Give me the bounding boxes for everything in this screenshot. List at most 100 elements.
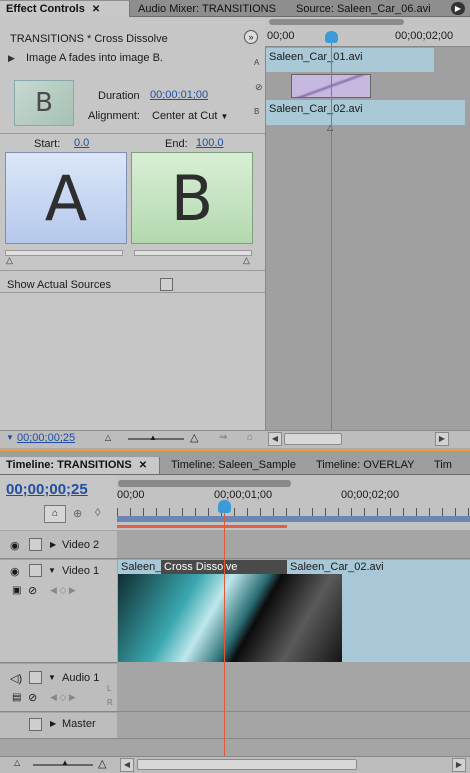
track-lane-video2[interactable] bbox=[117, 531, 470, 559]
track-name-master: Master bbox=[62, 718, 96, 730]
tab-audio-mixer[interactable]: Audio Mixer: TRANSITIONS bbox=[132, 1, 282, 18]
zoom-in-icon[interactable]: △ bbox=[190, 431, 198, 444]
zoom-in-icon[interactable]: △ bbox=[98, 757, 106, 770]
waveform-icon[interactable]: ▤ bbox=[12, 692, 21, 703]
ruler-label-0: 00;00 bbox=[117, 489, 145, 501]
tab-effect-controls[interactable]: Effect Controls ✕ bbox=[0, 1, 130, 18]
clip-saleen-1[interactable]: Saleen_ bbox=[118, 560, 161, 574]
timeline-playhead-line bbox=[224, 505, 225, 756]
keyframe-nav-icon[interactable]: ◀ ◇ ▶ bbox=[50, 585, 76, 596]
alignment-dropdown[interactable]: Center at Cut ▼ bbox=[152, 110, 228, 122]
footer-triangle-icon: ▼ bbox=[6, 433, 14, 442]
track-b-label: B bbox=[254, 107, 260, 116]
timeline-scroll-right-button[interactable]: ▶ bbox=[452, 758, 466, 772]
tab-label: Timeline: TRANSITIONS bbox=[6, 459, 132, 471]
timeline-scroll-left-button[interactable]: ◀ bbox=[120, 758, 134, 772]
work-area-bar[interactable] bbox=[117, 516, 470, 522]
track-a-label: A bbox=[254, 58, 260, 67]
scroll-right-button[interactable]: ▶ bbox=[435, 432, 449, 446]
track-name-video1: Video 1 bbox=[62, 565, 100, 577]
transition-title: TRANSITIONS * Cross Dissolve bbox=[10, 33, 168, 45]
snap-icon[interactable]: ⌂ bbox=[44, 505, 66, 523]
mini-clip-a[interactable]: Saleen_Car_01.avi bbox=[266, 48, 434, 72]
preview-b-glyph: B bbox=[170, 162, 214, 235]
keyframe-icon[interactable]: ◊ bbox=[95, 507, 100, 519]
render-bar bbox=[117, 525, 287, 528]
track-lane-audio1[interactable] bbox=[117, 664, 470, 712]
lock-track-toggle[interactable] bbox=[29, 671, 42, 684]
mini-playhead-handle-icon[interactable] bbox=[325, 31, 338, 43]
tab-timeline-saleen[interactable]: Timeline: Saleen_Sample bbox=[165, 457, 302, 474]
track-name-audio1: Audio 1 bbox=[62, 672, 100, 684]
panel-menu-icon[interactable]: ▶ bbox=[451, 2, 465, 15]
preview-a: A bbox=[5, 152, 127, 244]
lock-track-toggle[interactable] bbox=[29, 564, 42, 577]
start-value[interactable]: 0.0 bbox=[74, 137, 89, 149]
start-slider-handle-icon[interactable]: △ bbox=[6, 255, 13, 266]
eye-icon[interactable]: ◉ bbox=[10, 565, 20, 578]
eye-icon[interactable]: ◉ bbox=[10, 539, 20, 552]
timeline-timecode[interactable]: 00;00;00;25 bbox=[6, 481, 88, 498]
mini-clip-b[interactable]: Saleen_Car_02.avi bbox=[266, 100, 465, 125]
loop-icon[interactable]: ⌂ bbox=[247, 432, 253, 443]
start-label: Start: bbox=[34, 138, 61, 150]
lock-track-toggle[interactable] bbox=[29, 718, 42, 731]
show-actual-sources-checkbox[interactable] bbox=[160, 278, 173, 291]
track-lane-master[interactable] bbox=[117, 713, 470, 739]
keyframe-toggle-icon[interactable]: ⊘ bbox=[28, 584, 37, 597]
mini-zoom-bar[interactable] bbox=[269, 19, 404, 25]
chevron-down-icon: ▼ bbox=[220, 112, 229, 121]
close-icon[interactable]: ✕ bbox=[139, 460, 147, 471]
timeline-scroll-thumb[interactable] bbox=[137, 759, 357, 770]
clip-saleen-2-body[interactable] bbox=[342, 574, 470, 662]
end-slider-track[interactable] bbox=[134, 250, 252, 256]
tab-timeline-more[interactable]: Tim bbox=[428, 457, 458, 474]
collapse-track-icon[interactable]: ▼ bbox=[48, 566, 56, 575]
set-marker-icon[interactable]: ⊕ bbox=[73, 507, 82, 520]
close-icon[interactable]: ✕ bbox=[92, 4, 100, 15]
transition-thumbnail: B bbox=[14, 80, 74, 126]
end-slider-handle-icon[interactable]: △ bbox=[243, 255, 250, 266]
show-hide-timeline-button[interactable]: » bbox=[244, 30, 258, 44]
collapse-track-icon[interactable]: ▼ bbox=[48, 673, 56, 682]
divider bbox=[0, 270, 265, 271]
scroll-thumb[interactable] bbox=[284, 433, 342, 445]
tab-source[interactable]: Source: Saleen_Car_06.avi bbox=[290, 1, 437, 18]
thumbnail-glyph: B bbox=[35, 88, 53, 118]
ruler-label-2: 00;00;02;00 bbox=[341, 489, 400, 501]
display-style-icon[interactable]: ▣ bbox=[12, 585, 21, 596]
keyframe-toggle-icon[interactable]: ⊘ bbox=[28, 691, 37, 704]
zoom-out-icon[interactable]: △ bbox=[14, 758, 20, 767]
scroll-left-button[interactable]: ◀ bbox=[268, 432, 282, 446]
expand-track-icon[interactable]: ▶ bbox=[50, 719, 56, 728]
divider bbox=[0, 133, 265, 134]
zoom-slider-handle-icon[interactable]: ▲ bbox=[61, 758, 69, 767]
tab-timeline-transitions[interactable]: Timeline: TRANSITIONS ✕ bbox=[0, 457, 160, 474]
play-transition-icon[interactable]: ▶ bbox=[8, 53, 15, 64]
channel-right-label: R bbox=[107, 698, 113, 707]
expand-track-icon[interactable]: ▶ bbox=[50, 540, 56, 549]
mini-ruler-end: 00;00;02;00 bbox=[395, 30, 454, 42]
track-name-video2: Video 2 bbox=[62, 539, 100, 551]
channel-left-label: L bbox=[107, 684, 112, 693]
tab-label: Effect Controls bbox=[6, 3, 85, 15]
tab-timeline-overlay[interactable]: Timeline: OVERLAY bbox=[310, 457, 420, 474]
play-only-audio-icon[interactable]: ⇒ bbox=[219, 432, 227, 443]
lock-track-toggle[interactable] bbox=[29, 538, 42, 551]
alignment-value: Center at Cut bbox=[152, 110, 218, 122]
duration-value[interactable]: 00;00;01;00 bbox=[150, 89, 208, 101]
timeline-zoom-bar[interactable] bbox=[118, 480, 291, 487]
keyframe-nav-icon[interactable]: ◀ ◇ ▶ bbox=[50, 692, 76, 703]
start-slider-track[interactable] bbox=[5, 250, 123, 256]
timeline-playhead-handle-icon[interactable] bbox=[218, 500, 231, 513]
end-value[interactable]: 100.0 bbox=[196, 137, 224, 149]
effect-current-time[interactable]: 00;00;00;25 bbox=[17, 432, 75, 444]
clip-saleen-2[interactable]: Saleen_Car_02.avi bbox=[287, 560, 470, 574]
show-actual-sources-label: Show Actual Sources bbox=[7, 279, 111, 291]
zoom-out-icon[interactable]: △ bbox=[105, 433, 111, 442]
mini-ruler-start: 00;00 bbox=[267, 30, 295, 42]
ruler-ticks bbox=[117, 508, 470, 516]
mini-playhead-line bbox=[331, 36, 332, 430]
zoom-slider-handle-icon[interactable]: ▲ bbox=[149, 433, 157, 442]
speaker-icon[interactable]: ◁) bbox=[10, 672, 22, 685]
